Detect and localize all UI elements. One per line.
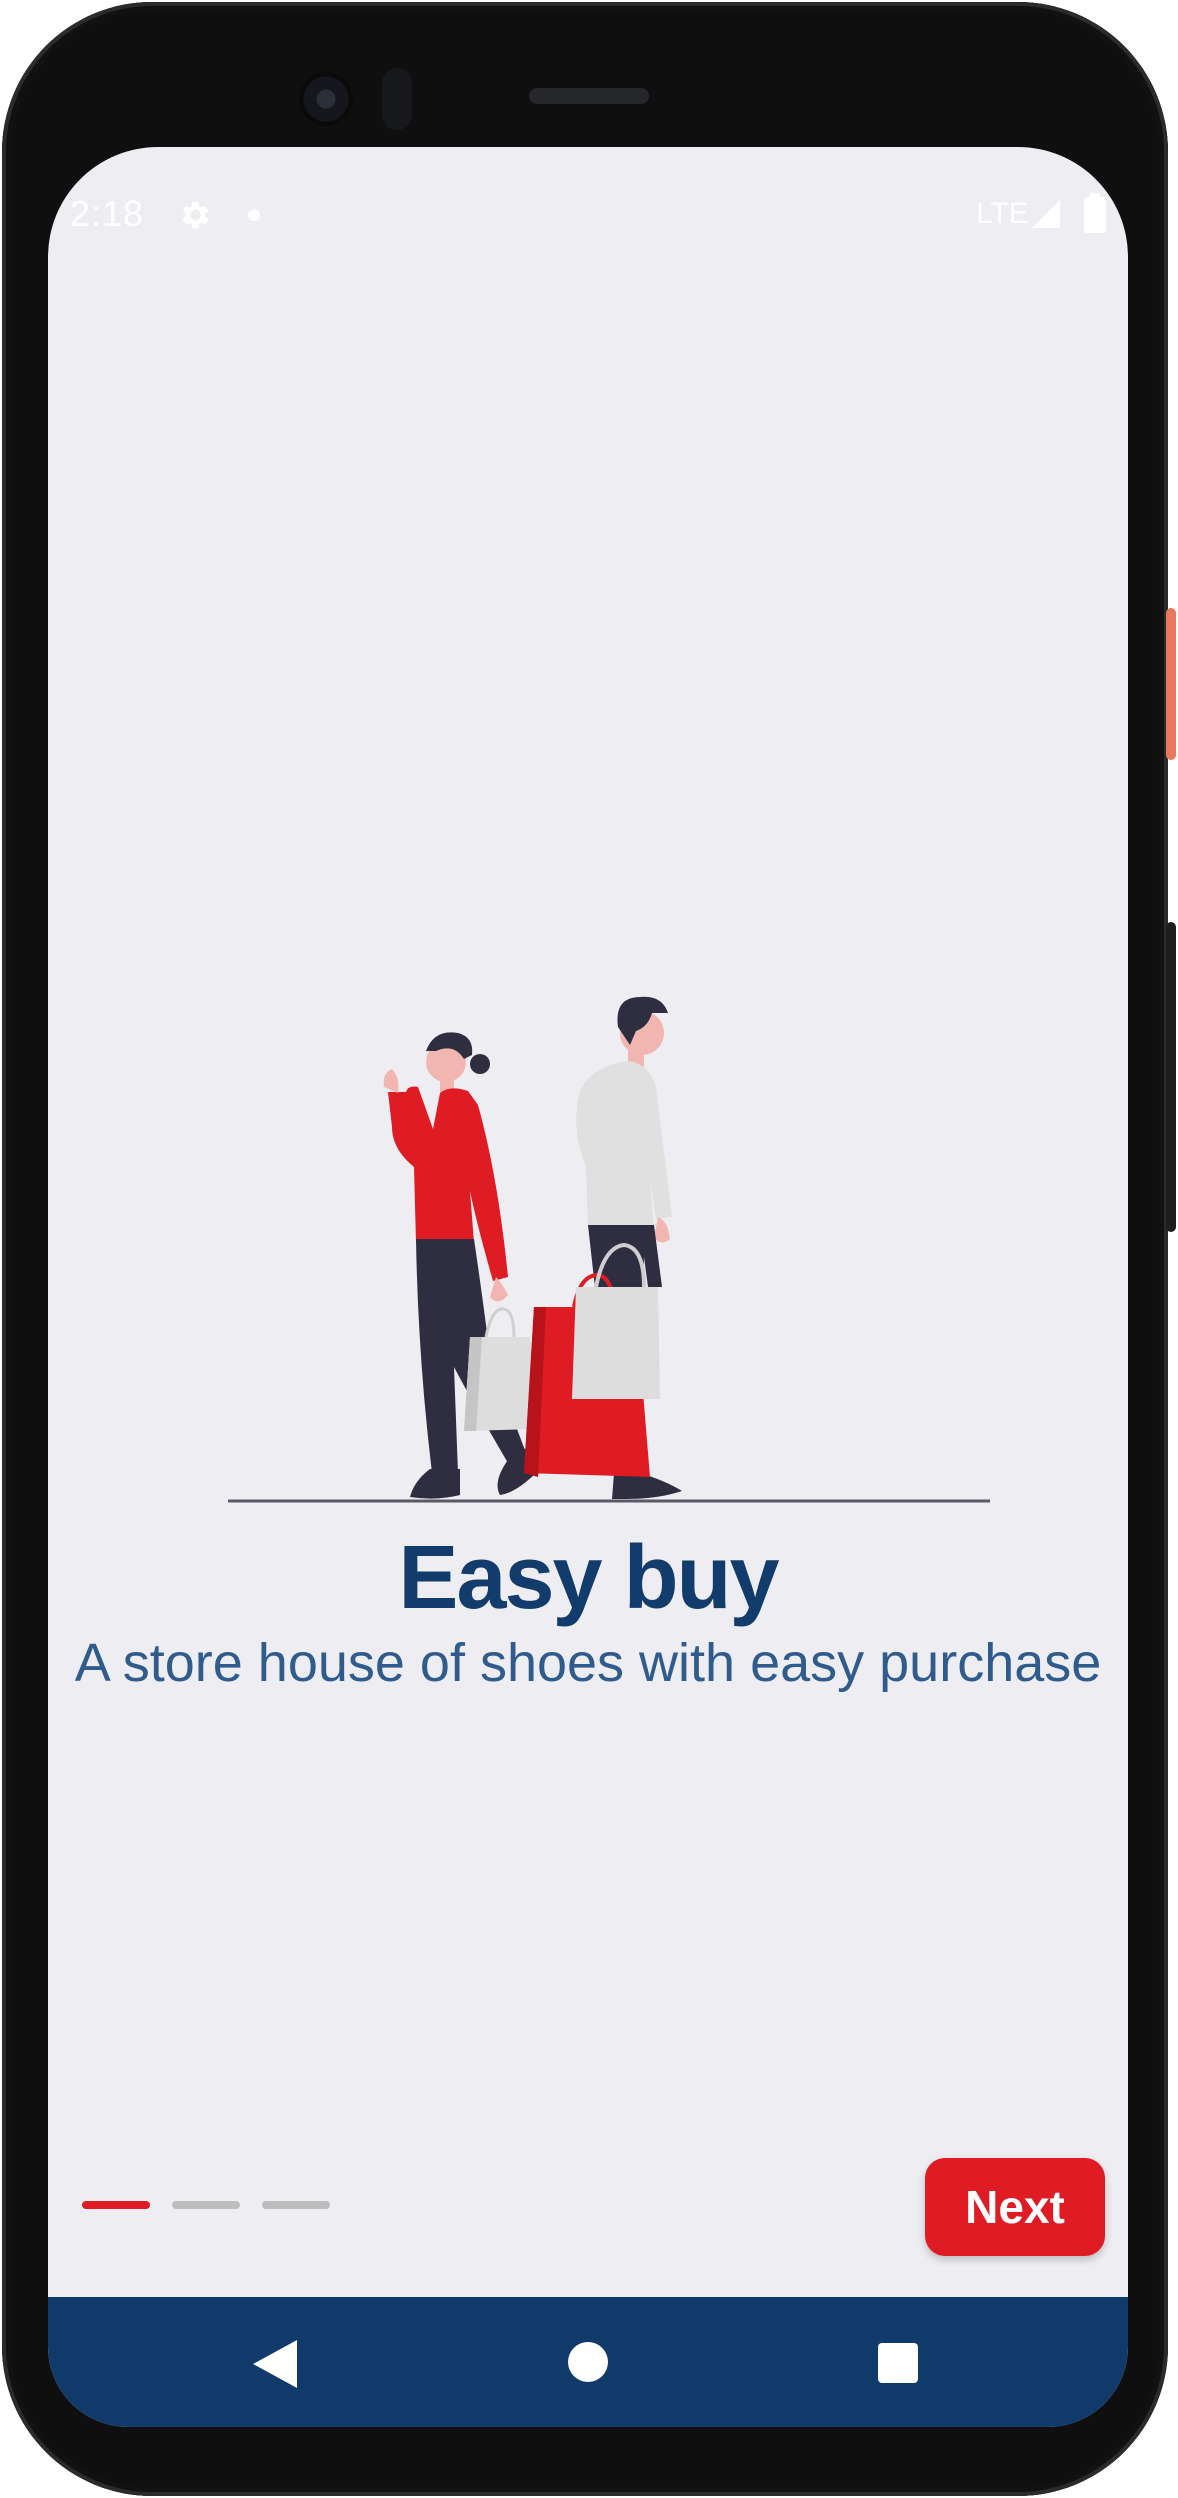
page-indicator-dot-1[interactable] xyxy=(82,2201,150,2209)
recents-icon[interactable] xyxy=(878,2343,918,2383)
navigation-bar xyxy=(48,2297,1128,2427)
shopping-people-illustration xyxy=(228,996,990,1503)
battery-icon xyxy=(1084,193,1106,233)
power-button xyxy=(1166,608,1176,760)
screen: 2:18 LTE Easy buy A store house of shoes… xyxy=(48,147,1128,2427)
onboarding-subtitle: A store house of shoes with easy purchas… xyxy=(74,1633,1102,1693)
status-time: 2:18 xyxy=(70,193,145,234)
volume-button xyxy=(1166,922,1176,1232)
earpiece-speaker xyxy=(529,88,649,104)
notification-dot-icon xyxy=(248,209,260,221)
gear-icon xyxy=(182,201,209,229)
phone-frame: 2:18 LTE Easy buy A store house of shoes… xyxy=(2,2,1176,2496)
back-icon[interactable] xyxy=(253,2340,297,2388)
signal-icon xyxy=(1031,199,1061,229)
onboarding-title: Easy buy xyxy=(398,1528,779,1628)
page-indicator xyxy=(82,2201,342,2211)
man-figure xyxy=(524,996,682,1499)
page-indicator-dot-2[interactable] xyxy=(172,2201,240,2209)
proximity-sensor xyxy=(382,68,412,130)
status-bar: 2:18 LTE xyxy=(48,147,1128,287)
home-icon[interactable] xyxy=(568,2342,608,2382)
woman-figure xyxy=(383,1032,539,1499)
page-indicator-dot-3[interactable] xyxy=(262,2201,330,2209)
network-type: LTE xyxy=(976,197,1029,230)
front-camera xyxy=(299,72,353,126)
next-button[interactable]: Next xyxy=(925,2158,1105,2256)
